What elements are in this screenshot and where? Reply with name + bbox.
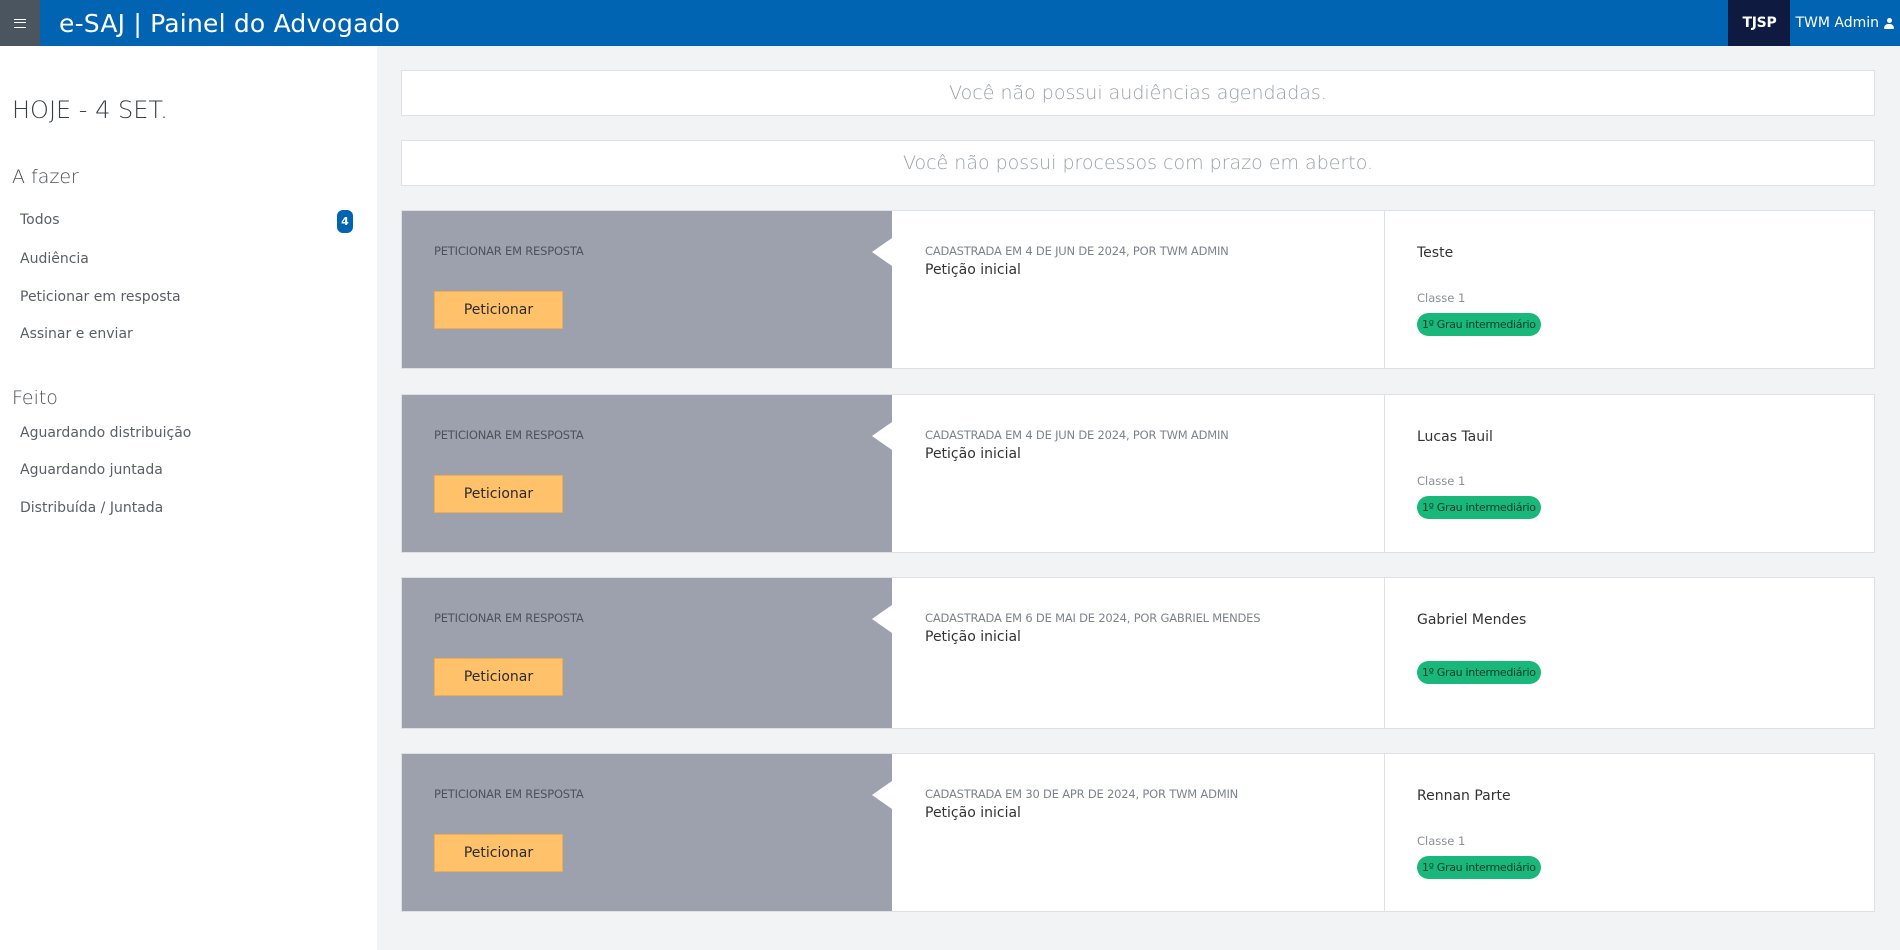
task-details: CADASTRADA EM 4 DE JUN DE 2024, POR TWM …: [892, 211, 1385, 368]
task-party-panel: Teste Classe 1 1º Grau intermediário: [1385, 211, 1874, 368]
court-badge[interactable]: TJSP: [1728, 0, 1791, 46]
user-icon: [1884, 17, 1894, 29]
task-document-title[interactable]: Petição inicial: [925, 446, 1021, 462]
task-meta: CADASTRADA EM 6 DE MAI DE 2024, POR GABR…: [925, 611, 1261, 625]
task-action-label: PETICIONAR EM RESPOSTA: [434, 244, 584, 258]
class-label: Classe 1: [1417, 834, 1466, 848]
task-party-panel: Lucas Tauil Classe 1 1º Grau intermediár…: [1385, 395, 1874, 552]
task-card: PETICIONAR EM RESPOSTA Peticionar CADAST…: [401, 753, 1875, 912]
instance-tag: 1º Grau intermediário: [1417, 496, 1541, 519]
instance-tag: 1º Grau intermediário: [1417, 661, 1541, 684]
hearings-notice: Você não possui audiências agendadas.: [401, 70, 1875, 116]
task-details: CADASTRADA EM 6 DE MAI DE 2024, POR GABR…: [892, 578, 1385, 728]
hamburger-icon: [14, 18, 26, 28]
party-name[interactable]: Rennan Parte: [1417, 788, 1511, 804]
task-document-title[interactable]: Petição inicial: [925, 629, 1021, 645]
todos-count-badge: 4: [337, 210, 353, 233]
menu-button[interactable]: [0, 0, 40, 46]
task-card: PETICIONAR EM RESPOSTA Peticionar CADAST…: [401, 394, 1875, 553]
task-action-label: PETICIONAR EM RESPOSTA: [434, 787, 584, 801]
todo-heading: A fazer: [12, 166, 79, 188]
task-card: PETICIONAR EM RESPOSTA Peticionar CADAST…: [401, 577, 1875, 729]
task-meta: CADASTRADA EM 4 DE JUN DE 2024, POR TWM …: [925, 244, 1229, 258]
today-date-heading: HOJE - 4 SET.: [12, 96, 168, 124]
task-document-title[interactable]: Petição inicial: [925, 262, 1021, 278]
class-label: Classe 1: [1417, 474, 1466, 488]
party-name[interactable]: Teste: [1417, 245, 1453, 261]
peticionar-button[interactable]: Peticionar: [434, 658, 563, 696]
task-party-panel: Gabriel Mendes 1º Grau intermediário: [1385, 578, 1874, 728]
task-details: CADASTRADA EM 4 DE JUN DE 2024, POR TWM …: [892, 395, 1385, 552]
task-meta: CADASTRADA EM 30 DE APR DE 2024, POR TWM…: [925, 787, 1239, 801]
task-card: PETICIONAR EM RESPOSTA Peticionar CADAST…: [401, 210, 1875, 369]
task-action-panel: PETICIONAR EM RESPOSTA Peticionar: [402, 395, 892, 552]
top-bar: e-SAJ | Painel do Advogado TJSP TWM Admi…: [0, 0, 1900, 46]
task-meta: CADASTRADA EM 4 DE JUN DE 2024, POR TWM …: [925, 428, 1229, 442]
sidebar-item-aguardando-juntada[interactable]: Aguardando juntada: [20, 462, 163, 478]
task-action-panel: PETICIONAR EM RESPOSTA Peticionar: [402, 211, 892, 368]
sidebar-item-distribuida-juntada[interactable]: Distribuída / Juntada: [20, 500, 163, 516]
peticionar-button[interactable]: Peticionar: [434, 475, 563, 513]
task-details: CADASTRADA EM 30 DE APR DE 2024, POR TWM…: [892, 754, 1385, 911]
sidebar-item-audiencia[interactable]: Audiência: [20, 251, 89, 267]
done-heading: Feito: [12, 387, 58, 409]
peticionar-button[interactable]: Peticionar: [434, 291, 563, 329]
instance-tag: 1º Grau intermediário: [1417, 856, 1541, 879]
instance-tag: 1º Grau intermediário: [1417, 313, 1541, 336]
task-party-panel: Rennan Parte Classe 1 1º Grau intermediá…: [1385, 754, 1874, 911]
user-name: TWM Admin: [1795, 15, 1879, 31]
sidebar-item-todos[interactable]: Todos: [20, 212, 59, 228]
app-title: e-SAJ | Painel do Advogado: [59, 8, 401, 38]
peticionar-button[interactable]: Peticionar: [434, 834, 563, 872]
class-label: Classe 1: [1417, 291, 1466, 305]
deadlines-notice: Você não possui processos com prazo em a…: [401, 140, 1875, 186]
task-action-panel: PETICIONAR EM RESPOSTA Peticionar: [402, 578, 892, 728]
sidebar-item-aguardando-distribuicao[interactable]: Aguardando distribuição: [20, 425, 191, 441]
user-menu[interactable]: TWM Admin: [1790, 0, 1900, 46]
sidebar-item-assinar-e-enviar[interactable]: Assinar e enviar: [20, 326, 133, 342]
task-action-panel: PETICIONAR EM RESPOSTA Peticionar: [402, 754, 892, 911]
sidebar-item-peticionar-em-resposta[interactable]: Peticionar em resposta: [20, 289, 181, 305]
top-right-group: TJSP TWM Admin: [1728, 0, 1900, 46]
task-action-label: PETICIONAR EM RESPOSTA: [434, 428, 584, 442]
party-name[interactable]: Lucas Tauil: [1417, 429, 1493, 445]
task-action-label: PETICIONAR EM RESPOSTA: [434, 611, 584, 625]
party-name[interactable]: Gabriel Mendes: [1417, 612, 1526, 628]
task-document-title[interactable]: Petição inicial: [925, 805, 1021, 821]
sidebar: HOJE - 4 SET. A fazer Todos 4 Audiência …: [0, 46, 377, 950]
